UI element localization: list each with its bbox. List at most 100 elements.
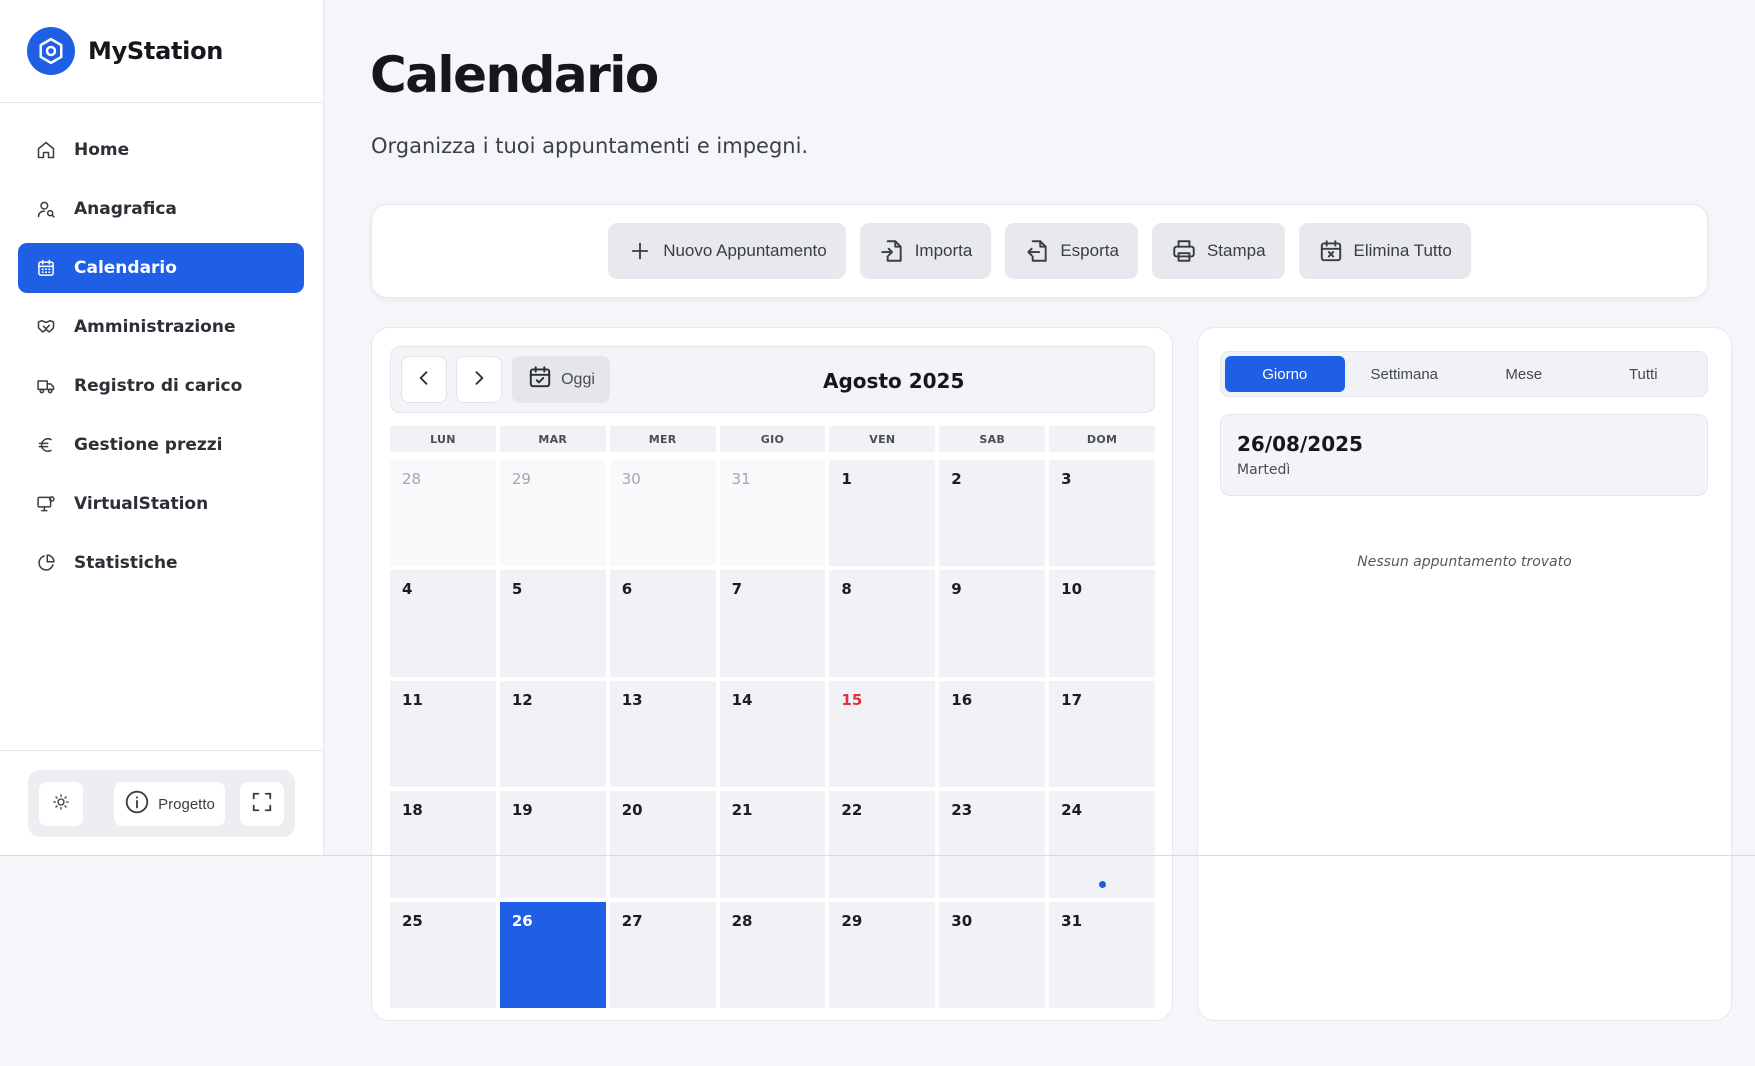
calendar-day[interactable]: 31: [719, 460, 826, 567]
calendar-day[interactable]: 29: [499, 460, 606, 567]
file-export-icon: [1024, 238, 1050, 264]
calendar-day[interactable]: 17: [1049, 680, 1155, 788]
new-appointment-button[interactable]: Nuovo Appuntamento: [608, 223, 846, 279]
sidebar-item-label: Calendario: [74, 258, 177, 278]
sidebar-footer: Progetto: [0, 750, 323, 855]
calendar-day[interactable]: 28: [390, 460, 496, 567]
sidebar-item-home[interactable]: Home: [18, 125, 304, 175]
day-number: 18: [402, 801, 423, 820]
weekday-label: MAR: [499, 426, 606, 452]
tab-tutti[interactable]: Tutti: [1584, 356, 1704, 392]
calendar-day[interactable]: 10: [1049, 570, 1155, 677]
previous-month-button[interactable]: [401, 356, 447, 403]
day-number: 3: [1061, 470, 1072, 488]
import-button[interactable]: Importa: [859, 223, 992, 279]
day-number: 15: [841, 690, 863, 709]
selected-weekday: Martedì: [1237, 462, 1291, 478]
day-number: 12: [511, 690, 533, 709]
export-button[interactable]: Esporta: [1005, 223, 1138, 279]
calendar-day[interactable]: 9: [939, 570, 1046, 677]
day-number: 2: [951, 470, 962, 488]
calendar-day[interactable]: 22: [829, 791, 936, 898]
calendar-day[interactable]: 8: [829, 570, 936, 677]
pie-chart-icon: [35, 552, 57, 574]
day-number: 23: [951, 801, 973, 820]
page-title: Calendario: [370, 46, 659, 104]
calendar-day[interactable]: 12: [499, 680, 606, 788]
day-number: 28: [402, 470, 422, 488]
selected-date: 26/08/2025: [1237, 432, 1363, 456]
theme-toggle-button[interactable]: [39, 782, 83, 826]
day-number: 5: [511, 580, 523, 599]
calendar-day[interactable]: 7: [719, 570, 826, 677]
today-button[interactable]: Oggi: [512, 356, 610, 403]
calendar-day[interactable]: 3: [1049, 460, 1155, 567]
calendar-day[interactable]: 1: [829, 460, 936, 567]
calendar-day[interactable]: 13: [609, 680, 716, 788]
plus-icon: [627, 238, 653, 264]
calendar-day[interactable]: 4: [390, 570, 496, 677]
day-number: 28: [731, 911, 753, 930]
euro-icon: [35, 434, 57, 456]
calendar-day[interactable]: 30: [609, 460, 716, 567]
calendar-day[interactable]: 30: [939, 901, 1046, 1008]
agenda-panel: Giorno Settimana Mese Tutti 26/08/2025 M…: [1197, 327, 1732, 1021]
chevron-left-icon: [414, 368, 434, 392]
calendar-day[interactable]: 11: [390, 680, 496, 788]
calendar-header: Oggi Agosto 2025: [390, 346, 1155, 413]
file-import-icon: [879, 238, 905, 264]
day-number: 8: [841, 580, 852, 599]
calendar-day[interactable]: 14: [719, 680, 826, 788]
calendar-day[interactable]: 31: [1049, 901, 1155, 1008]
calendar-day[interactable]: 18: [390, 791, 496, 898]
sidebar-item-calendario[interactable]: Calendario: [18, 243, 304, 293]
weekday-label: LUN: [390, 426, 496, 452]
calendar-day[interactable]: 6: [609, 570, 716, 677]
calendar-day[interactable]: 2: [939, 460, 1046, 567]
project-info-button[interactable]: Progetto: [114, 782, 225, 826]
calendar-day[interactable]: 26: [499, 901, 606, 1008]
calendar-day[interactable]: 28: [719, 901, 826, 1008]
sidebar-item-registro[interactable]: Registro di carico: [18, 361, 304, 411]
sidebar-item-virtualstation[interactable]: VirtualStation: [18, 479, 304, 529]
info-icon: [124, 789, 150, 819]
import-label: Importa: [914, 241, 973, 260]
sidebar-item-label: VirtualStation: [74, 494, 209, 514]
tab-settimana[interactable]: Settimana: [1345, 356, 1465, 392]
sidebar: MyStation Home Anagrafica Calendario Amm…: [0, 0, 324, 855]
day-number: 6: [621, 580, 633, 599]
calendar-day[interactable]: 23: [939, 791, 1046, 898]
calendar-day[interactable]: 16: [939, 680, 1046, 788]
new-appointment-label: Nuovo Appuntamento: [663, 241, 827, 260]
tab-mese[interactable]: Mese: [1464, 356, 1584, 392]
calendar-day[interactable]: 15: [829, 680, 936, 788]
sidebar-item-anagrafica[interactable]: Anagrafica: [18, 184, 304, 234]
next-month-button[interactable]: [456, 356, 502, 403]
calendar-day[interactable]: 24: [1049, 791, 1155, 898]
sidebar-item-label: Registro di carico: [74, 376, 243, 396]
calendar-day[interactable]: 21: [719, 791, 826, 898]
print-button[interactable]: Stampa: [1151, 223, 1285, 279]
calendar-day[interactable]: 27: [609, 901, 716, 1008]
printer-icon: [1171, 238, 1197, 264]
tab-giorno[interactable]: Giorno: [1225, 356, 1345, 392]
sidebar-item-prezzi[interactable]: Gestione prezzi: [18, 420, 304, 470]
delete-all-button[interactable]: Elimina Tutto: [1298, 223, 1471, 279]
sidebar-item-label: Home: [74, 140, 130, 160]
selected-date-box: 26/08/2025 Martedì: [1220, 414, 1708, 496]
day-number: 16: [951, 690, 973, 709]
day-number: 27: [621, 911, 643, 930]
calendar-day[interactable]: 19: [499, 791, 606, 898]
sidebar-item-statistiche[interactable]: Statistiche: [18, 538, 304, 588]
fullscreen-button[interactable]: [240, 782, 284, 826]
weekday-label: DOM: [1049, 426, 1155, 452]
day-number: 24: [1061, 801, 1083, 820]
sidebar-item-amministrazione[interactable]: Amministrazione: [18, 302, 304, 352]
day-number: 17: [1061, 690, 1083, 709]
logo-icon[interactable]: [27, 27, 75, 75]
calendar-day[interactable]: 5: [499, 570, 606, 677]
home-icon: [35, 139, 57, 161]
calendar-day[interactable]: 29: [829, 901, 936, 1008]
calendar-day[interactable]: 20: [609, 791, 716, 898]
calendar-day[interactable]: 25: [390, 901, 496, 1008]
